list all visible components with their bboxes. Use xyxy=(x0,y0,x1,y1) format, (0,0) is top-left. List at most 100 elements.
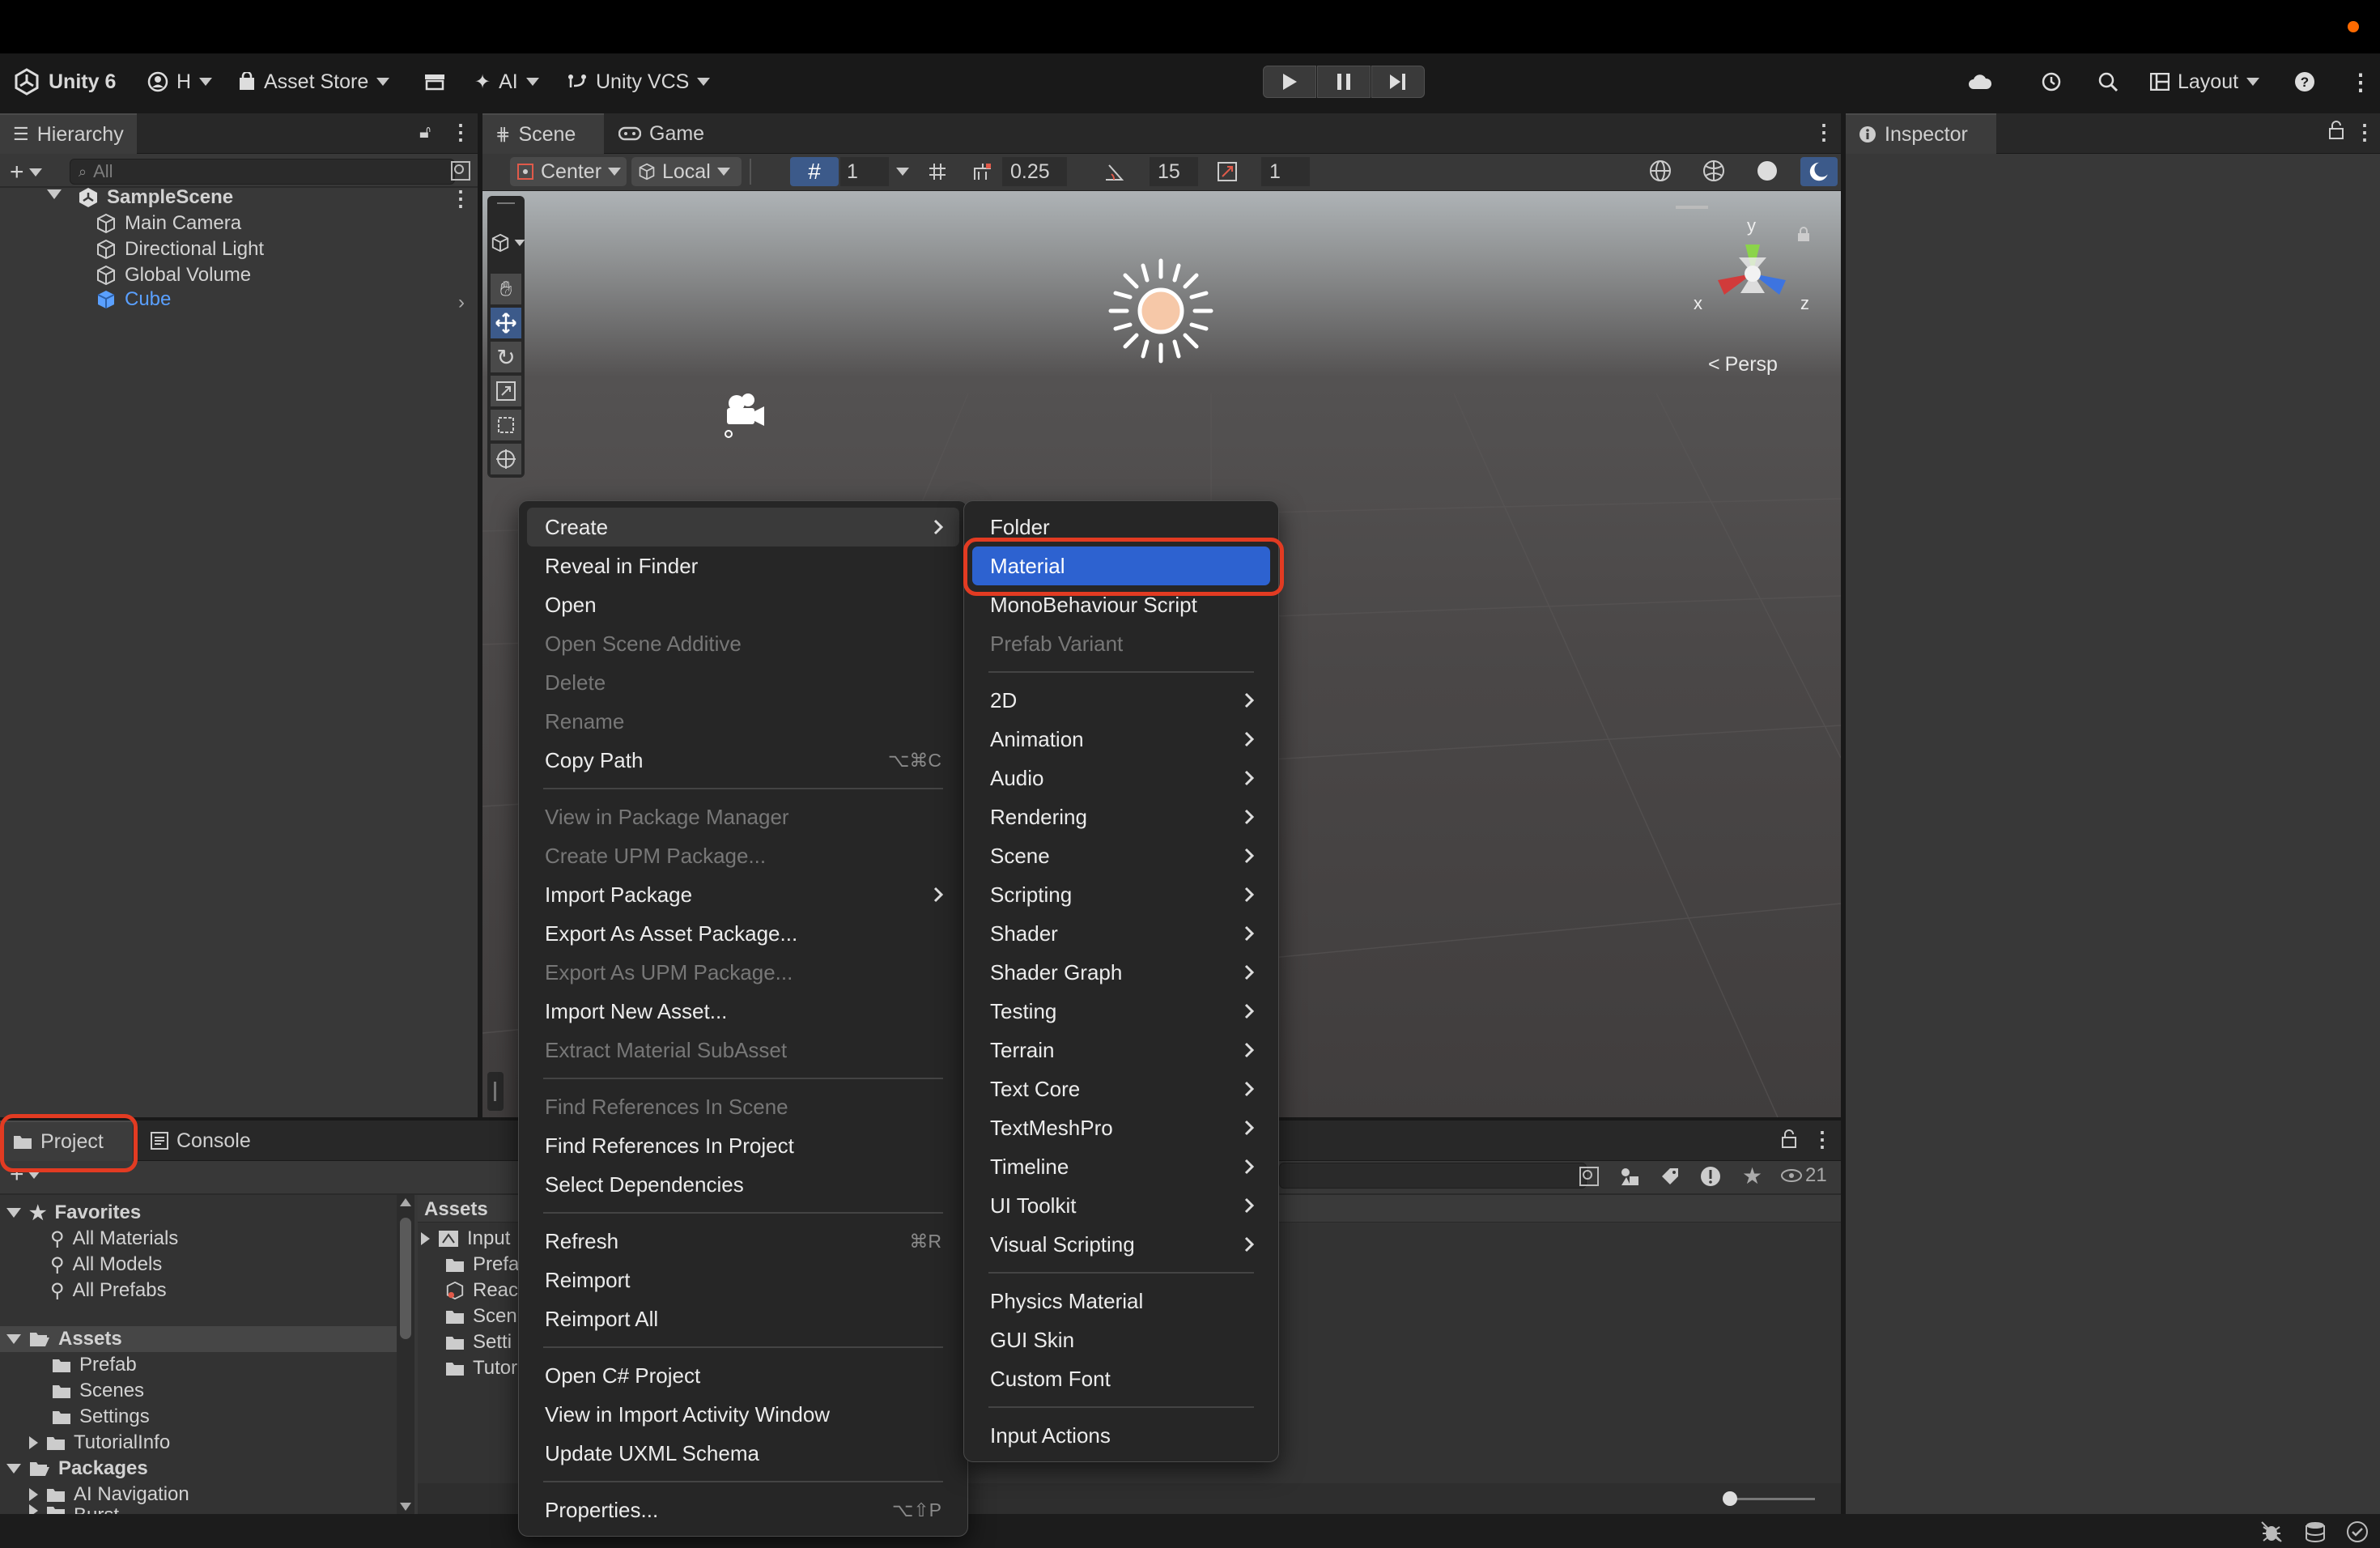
tab-scene[interactable]: ⋕ Scene xyxy=(482,113,604,154)
menu-item-custom-font[interactable]: Custom Font xyxy=(972,1359,1270,1398)
menu-item-create[interactable]: Create xyxy=(527,508,959,546)
zoom-slider-track[interactable] xyxy=(1726,1498,1815,1500)
menu-item-terrain[interactable]: Terrain xyxy=(972,1031,1270,1070)
favorite-item[interactable]: ⚲ All Prefabs xyxy=(50,1278,167,1303)
perspective-toggle[interactable]: < Persp xyxy=(1708,353,1778,376)
menu-item-reimport-all[interactable]: Reimport All xyxy=(527,1299,959,1338)
favorites-header[interactable]: ★ Favorites xyxy=(6,1200,141,1226)
hierarchy-item-selected[interactable]: Cube xyxy=(96,287,171,313)
hierarchy-item[interactable]: Global Volume xyxy=(96,262,251,288)
snap-grid-icon[interactable] xyxy=(926,160,949,183)
help-button[interactable]: ? xyxy=(2294,53,2315,110)
menu-item-input-actions[interactable]: Input Actions xyxy=(972,1416,1270,1455)
menu-item-gui-skin[interactable]: GUI Skin xyxy=(972,1320,1270,1359)
asset-folder[interactable]: Prefab xyxy=(52,1352,137,1378)
hierarchy-item[interactable]: Main Camera xyxy=(96,211,241,236)
assets-root[interactable]: Assets xyxy=(0,1326,397,1352)
hierarchy-search-input[interactable]: ⌕ All xyxy=(70,159,455,185)
ai-dropdown[interactable]: ✦ AI xyxy=(474,53,539,110)
snap-increment-field[interactable]: 0.25 xyxy=(1002,157,1067,186)
scale-tool[interactable] xyxy=(491,376,521,406)
drag-handle[interactable] xyxy=(1676,206,1708,209)
kebab-icon[interactable]: ⋮ xyxy=(1812,1127,1833,1152)
asset-folder[interactable]: Scenes xyxy=(52,1378,144,1404)
tab-game[interactable]: Game xyxy=(606,113,717,154)
unity-version-button[interactable]: Unity 6 xyxy=(13,53,116,110)
zoom-slider-thumb[interactable] xyxy=(1723,1491,1737,1506)
add-object-button[interactable]: + xyxy=(10,159,42,186)
menu-item-copy-path[interactable]: Copy Path ⌥⌘C xyxy=(527,741,959,780)
chevron-right-icon[interactable]: › xyxy=(458,291,465,314)
menu-item-physics-material[interactable]: Physics Material xyxy=(972,1282,1270,1320)
menu-item-reimport[interactable]: Reimport xyxy=(527,1261,959,1299)
menu-item-rendering[interactable]: Rendering xyxy=(972,797,1270,836)
scrollbar-thumb[interactable] xyxy=(400,1218,411,1339)
project-search-input[interactable] xyxy=(1279,1163,1587,1189)
step-button[interactable] xyxy=(1371,66,1425,98)
rotate-tool[interactable]: ↻ xyxy=(491,342,521,372)
star-icon[interactable]: ★ xyxy=(1742,1163,1762,1189)
breadcrumb-assets[interactable]: Assets xyxy=(424,1198,488,1221)
menu-item-timeline[interactable]: Timeline xyxy=(972,1147,1270,1186)
space-dropdown[interactable]: Local xyxy=(631,157,742,186)
pivot-dropdown[interactable]: Center xyxy=(510,157,627,186)
cloud-button[interactable] xyxy=(1967,53,1993,110)
scale-snap-icon[interactable] xyxy=(1216,160,1239,183)
asset-item[interactable]: Prefa xyxy=(445,1252,519,1278)
shading-wireframe-icon[interactable] xyxy=(1702,159,1726,183)
directional-light-icon[interactable] xyxy=(1104,254,1218,368)
globe-icon[interactable] xyxy=(1648,159,1672,183)
menu-item-text-core[interactable]: Text Core xyxy=(972,1070,1270,1108)
more-menu-button[interactable]: ⋮ xyxy=(2349,53,2372,110)
rect-tool[interactable] xyxy=(491,410,521,440)
debug-bug-icon[interactable] xyxy=(2260,1520,2283,1543)
lock-icon[interactable] xyxy=(1781,1129,1797,1148)
menu-item-open-csharp-project[interactable]: Open C# Project xyxy=(527,1356,959,1395)
scale-snap-field[interactable]: 1 xyxy=(1261,157,1310,186)
menu-item-visual-scripting[interactable]: Visual Scripting xyxy=(972,1225,1270,1264)
menu-item-scene[interactable]: Scene xyxy=(972,836,1270,875)
scrollbar[interactable] xyxy=(397,1195,414,1514)
menu-item-update-uxml-schema[interactable]: Update UXML Schema xyxy=(527,1434,959,1473)
menu-item-animation[interactable]: Animation xyxy=(972,720,1270,759)
scene-root[interactable]: SampleScene xyxy=(47,185,233,211)
asset-item[interactable]: Setti xyxy=(445,1329,512,1355)
account-dropdown[interactable]: H xyxy=(147,53,213,110)
menu-item-properties[interactable]: Properties... ⌥⇧P xyxy=(527,1491,959,1529)
layout-dropdown[interactable]: Layout xyxy=(2150,53,2260,110)
grid-size-field[interactable]: 1 xyxy=(840,157,889,186)
menu-item-shader-graph[interactable]: Shader Graph xyxy=(972,953,1270,992)
asset-store-dropdown[interactable]: Asset Store xyxy=(238,53,390,110)
package-box-button[interactable] xyxy=(424,53,445,110)
kebab-icon[interactable]: ⋮ xyxy=(1813,120,1834,145)
menu-item-shader[interactable]: Shader xyxy=(972,914,1270,953)
filter-by-label-icon[interactable] xyxy=(1660,1166,1681,1187)
asset-item[interactable]: Reac xyxy=(445,1278,518,1303)
cache-server-icon[interactable] xyxy=(2304,1520,2327,1543)
menu-item-import-new-asset[interactable]: Import New Asset... xyxy=(527,992,959,1031)
warning-filter-icon[interactable] xyxy=(1700,1166,1721,1187)
check-circle-icon[interactable] xyxy=(2346,1520,2369,1543)
play-button[interactable] xyxy=(1263,66,1316,98)
menu-item-scripting[interactable]: Scripting xyxy=(972,875,1270,914)
menu-item-audio[interactable]: Audio xyxy=(972,759,1270,797)
overlay-toolbar-handle[interactable] xyxy=(487,1072,504,1111)
grid-dropdown[interactable] xyxy=(890,157,915,186)
asset-folder[interactable]: Settings xyxy=(52,1404,150,1430)
menu-item-select-dependencies[interactable]: Select Dependencies xyxy=(527,1165,959,1204)
favorite-item[interactable]: ⚲ All Materials xyxy=(50,1226,178,1252)
grid-toggle[interactable]: # xyxy=(790,157,839,186)
rotate-snap-field[interactable]: 15 xyxy=(1150,157,1198,186)
move-tool[interactable] xyxy=(491,308,521,338)
pause-button[interactable] xyxy=(1317,66,1371,98)
menu-item-export-asset-package[interactable]: Export As Asset Package... xyxy=(527,914,959,953)
asset-folder[interactable]: TutorialInfo xyxy=(29,1430,170,1456)
increment-snap-icon[interactable] xyxy=(971,160,996,183)
search-mode-icon[interactable] xyxy=(1579,1166,1600,1187)
tab-inspector[interactable]: Inspector xyxy=(1846,113,1996,154)
menu-item-view-import-activity[interactable]: View in Import Activity Window xyxy=(527,1395,959,1434)
history-button[interactable] xyxy=(2040,53,2063,110)
transform-tool[interactable] xyxy=(491,444,521,474)
packages-root[interactable]: Packages xyxy=(6,1456,148,1482)
lock-icon[interactable] xyxy=(2328,120,2344,139)
